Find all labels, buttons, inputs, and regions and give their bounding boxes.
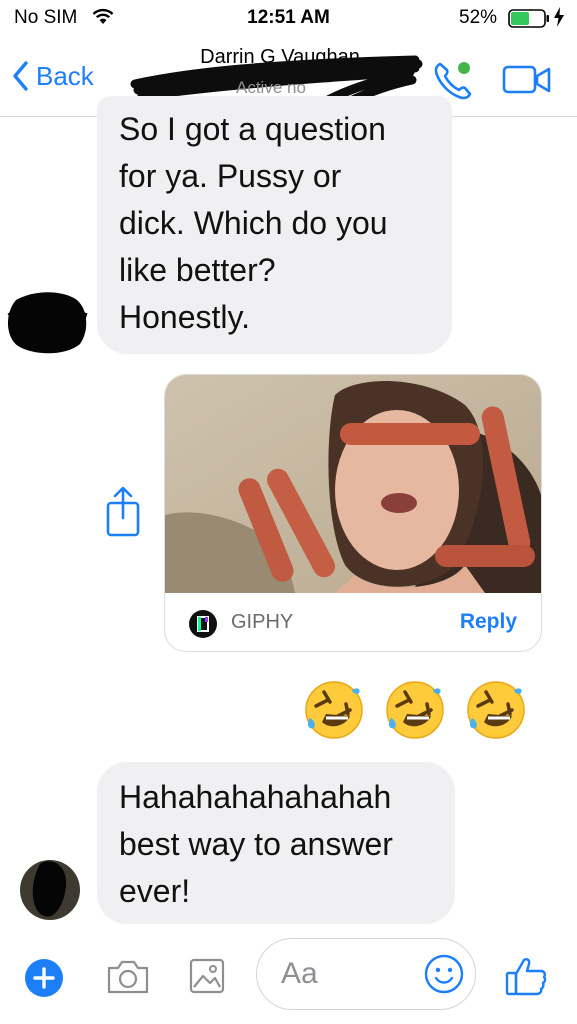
more-actions-button[interactable] <box>24 958 64 1003</box>
video-camera-icon <box>502 65 551 94</box>
message-input[interactable]: Aa <box>256 938 476 1010</box>
incoming-message[interactable]: So I got a question for ya. Pussy or dic… <box>97 96 452 354</box>
thumbs-up-icon <box>505 958 547 996</box>
presence-status: Active no <box>236 78 306 97</box>
image-icon <box>189 958 225 994</box>
message-line: for ya. Pussy or <box>119 158 342 194</box>
camera-icon <box>107 960 149 994</box>
emoji-picker-button[interactable] <box>423 953 465 1000</box>
share-button[interactable] <box>103 484 143 545</box>
message-line: So I got a question <box>119 111 386 147</box>
gif-attachment[interactable]: GIPHY Reply <box>164 374 542 652</box>
like-button[interactable] <box>504 954 548 1003</box>
message-line: best way to answer <box>119 826 393 862</box>
message-line: Honestly. <box>119 299 251 335</box>
back-button[interactable]: Back <box>12 56 94 96</box>
battery-percent: 52% <box>459 7 498 28</box>
message-line: ever! <box>119 873 191 909</box>
rofl-emoji-icon <box>305 681 363 739</box>
photo-gallery-button[interactable] <box>188 956 226 1001</box>
rofl-emoji-icon <box>386 681 444 739</box>
message-line: Hahahahahahahah <box>119 779 392 815</box>
battery-icon <box>508 9 550 34</box>
giphy-logo-icon <box>189 610 217 638</box>
plus-icon <box>25 959 63 997</box>
charging-icon <box>553 6 565 34</box>
message-line: like better? <box>119 252 276 288</box>
gif-footer: GIPHY Reply <box>165 593 541 651</box>
reply-button[interactable]: Reply <box>460 610 517 634</box>
incoming-message[interactable]: Hahahahahahahah best way to answer ever! <box>97 762 455 924</box>
chevron-left-icon <box>13 61 28 91</box>
gif-image[interactable] <box>165 375 541 593</box>
camera-button[interactable] <box>105 958 151 1001</box>
back-label: Back <box>36 60 94 91</box>
sender-avatar[interactable] <box>4 288 90 356</box>
share-icon <box>106 486 140 537</box>
sender-avatar[interactable] <box>18 856 82 922</box>
emoji-message[interactable] <box>302 678 538 742</box>
rofl-emoji-icon <box>467 681 525 739</box>
phone-icon <box>434 62 472 100</box>
status-bar: No SIM 12:51 AM 52% <box>0 0 577 36</box>
message-input-placeholder: Aa <box>281 957 318 990</box>
composer-bar: Aa <box>0 930 577 1024</box>
message-line: dick. Which do you <box>119 205 388 241</box>
video-call-button[interactable] <box>502 64 552 101</box>
smiley-icon <box>424 954 464 994</box>
gif-source-label: GIPHY <box>231 611 294 633</box>
